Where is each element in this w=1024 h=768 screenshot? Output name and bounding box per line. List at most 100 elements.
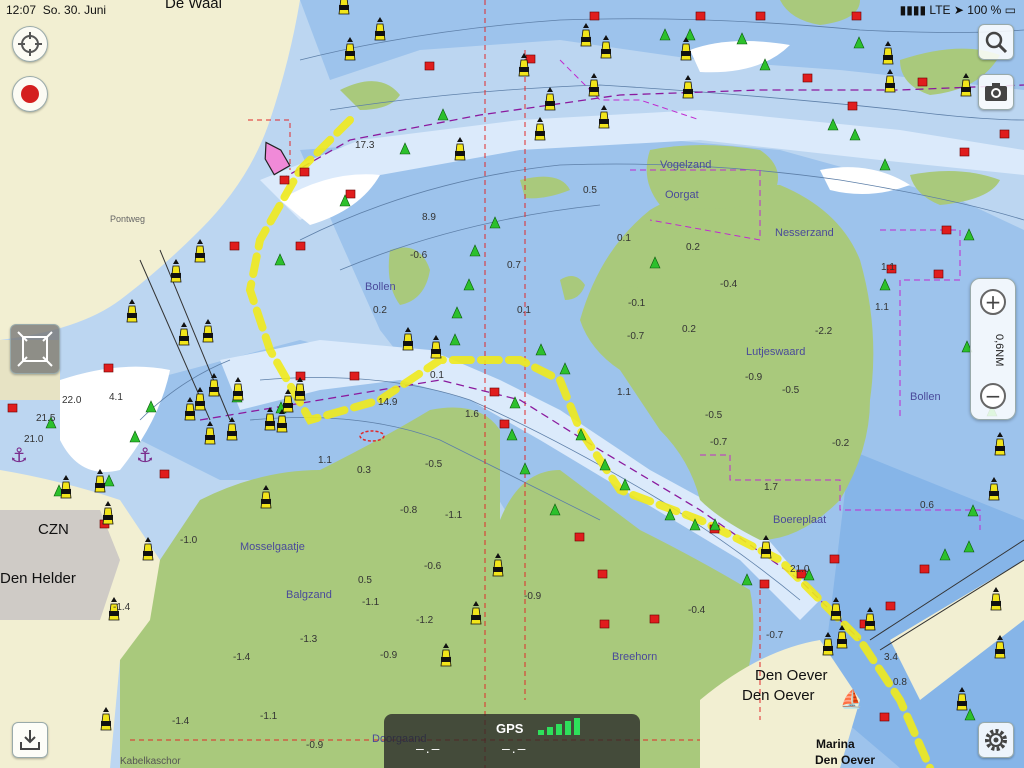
depth-sounding: -1.1 xyxy=(362,597,380,608)
cardinal-band xyxy=(581,37,591,42)
cardinal-band xyxy=(283,403,293,408)
red-can-buoy xyxy=(829,554,840,564)
cardinal-band xyxy=(995,446,1005,451)
depth-sounding: 0.3 xyxy=(357,465,371,476)
depth-sounding: 1.7 xyxy=(764,482,778,493)
cardinal-band xyxy=(883,55,893,60)
place-label: CZN xyxy=(38,521,69,538)
cardinal-band xyxy=(195,253,205,258)
depth-sounding: 22.0 xyxy=(62,395,82,406)
place-label: Den Oever xyxy=(755,667,828,684)
cardinal-band xyxy=(681,51,691,56)
cardinal-band xyxy=(61,489,71,494)
depth-sounding: -0.4 xyxy=(688,605,706,616)
cardinal-band xyxy=(599,119,609,124)
red-can-buoy xyxy=(649,614,660,624)
red-can-buoy xyxy=(489,387,500,397)
cardinal-band xyxy=(865,621,875,626)
gps-speed: –.– xyxy=(416,740,442,756)
cardinal-band xyxy=(143,551,153,556)
depth-sounding: -0.6 xyxy=(410,250,428,261)
record-track-button[interactable] xyxy=(12,76,48,112)
place-label: Vogelzand xyxy=(660,159,711,171)
depth-sounding: -1.3 xyxy=(300,634,318,645)
depth-sounding: -0.9 xyxy=(306,740,324,751)
red-can-buoy xyxy=(299,167,310,177)
depth-sounding: -1.4 xyxy=(113,602,131,613)
zoom-out-button[interactable]: − xyxy=(980,383,1006,409)
depth-sounding: 17.3 xyxy=(355,140,375,151)
place-label: Lutjeswaard xyxy=(746,346,805,358)
cardinal-band xyxy=(295,391,305,396)
camera-button[interactable] xyxy=(978,74,1014,110)
cardinal-band xyxy=(589,87,599,92)
depth-sounding: -0.7 xyxy=(627,331,645,342)
gps-panel[interactable]: GPS –.– –.– xyxy=(384,714,640,768)
cardinal-band xyxy=(441,657,451,662)
depth-sounding: -0.6 xyxy=(424,561,442,572)
cardinal-band xyxy=(431,349,441,354)
cardinal-band xyxy=(203,333,213,338)
cardinal-band xyxy=(227,431,237,436)
cardinal-band xyxy=(205,435,215,440)
red-can-buoy xyxy=(159,469,170,479)
depth-sounding: 1.1 xyxy=(318,455,332,466)
red-can-buoy xyxy=(917,77,928,87)
depth-sounding: 0.2 xyxy=(682,324,696,335)
place-label: Breehorn xyxy=(612,651,657,663)
red-can-buoy xyxy=(851,11,862,21)
cardinal-band xyxy=(683,89,693,94)
depth-sounding: 0.5 xyxy=(358,575,372,586)
nautical-chart-map[interactable]: ⚓ ⚓ ⛵ 17.3 8.9 0.5 0.1 0.2 0.7 -0.6 0.2 0.1 -0.1 -… xyxy=(0,0,1024,768)
cardinal-band xyxy=(265,421,275,426)
cardinal-band xyxy=(995,649,1005,654)
depth-sounding: -2.2 xyxy=(815,326,833,337)
cardinal-band xyxy=(761,549,771,554)
red-can-buoy xyxy=(295,241,306,251)
depth-sounding: -0.7 xyxy=(710,437,728,448)
depth-sounding: 3.4 xyxy=(884,652,898,663)
red-can-buoy xyxy=(279,175,290,185)
depth-sounding: 0.8 xyxy=(893,677,907,688)
depth-sounding: 1.1 xyxy=(617,387,631,398)
zoom-in-button[interactable]: + xyxy=(980,289,1006,315)
cardinal-band xyxy=(179,336,189,341)
cardinal-band xyxy=(455,151,465,156)
depth-sounding: -0.7 xyxy=(766,630,784,641)
search-button[interactable] xyxy=(978,24,1014,60)
anchor-icon: ⚓ xyxy=(10,443,28,467)
cardinal-band xyxy=(233,391,243,396)
locate-button[interactable] xyxy=(12,26,48,62)
settings-button[interactable] xyxy=(978,722,1014,758)
depth-sounding: -1.2 xyxy=(416,615,434,626)
cardinal-band xyxy=(103,515,113,520)
red-can-buoy xyxy=(919,564,930,574)
depth-sounding: -1.4 xyxy=(233,652,251,663)
red-can-buoy xyxy=(597,569,608,579)
cardinal-band xyxy=(277,423,287,428)
cardinal-band xyxy=(989,491,999,496)
red-can-buoy xyxy=(755,11,766,21)
depth-sounding: -0.1 xyxy=(628,298,646,309)
depth-sounding: -0.8 xyxy=(400,505,418,516)
chart-frame-button[interactable] xyxy=(10,324,60,374)
camera-icon xyxy=(985,83,1007,101)
cardinal-band xyxy=(339,5,349,10)
cardinal-band xyxy=(127,313,137,318)
depth-sounding: -0.2 xyxy=(832,438,850,449)
place-label: Mosselgaatje xyxy=(240,541,305,553)
cardinal-band xyxy=(95,483,105,488)
fullscreen-frame-icon xyxy=(17,331,53,367)
depth-sounding: 0.1 xyxy=(430,370,444,381)
cardinal-band xyxy=(991,601,1001,606)
place-label: Bollen xyxy=(365,281,396,293)
import-button[interactable] xyxy=(12,722,48,758)
red-can-buoy xyxy=(802,73,813,83)
red-can-buoy xyxy=(589,11,600,21)
depth-sounding: -0.4 xyxy=(720,279,738,290)
depth-sounding: -1.1 xyxy=(260,711,278,722)
depth-sounding: 1.1 xyxy=(875,302,889,313)
depth-sounding: -0.5 xyxy=(705,410,723,421)
cardinal-band xyxy=(601,49,611,54)
red-can-buoy xyxy=(879,712,890,722)
